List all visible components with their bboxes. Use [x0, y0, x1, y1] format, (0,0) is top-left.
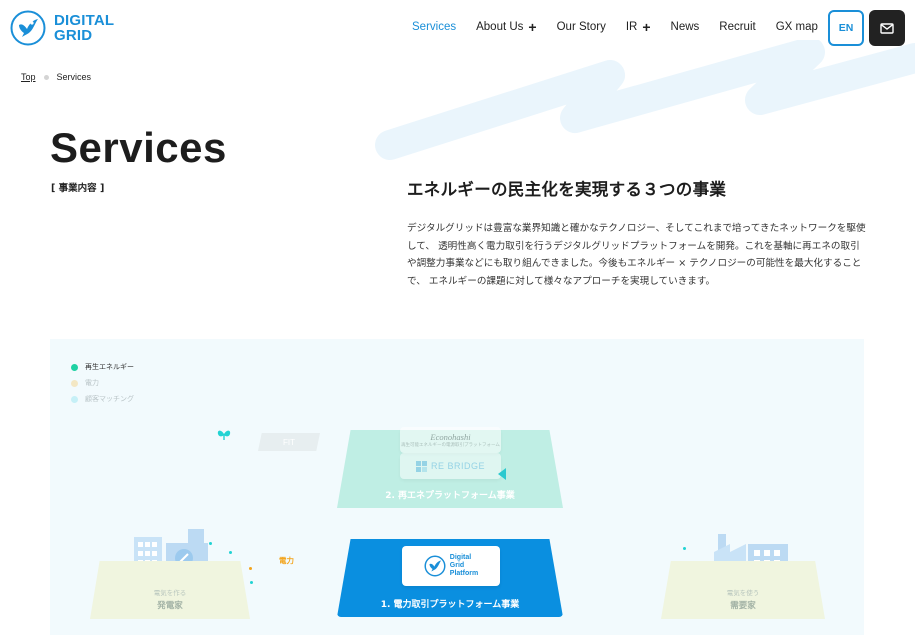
site-logo[interactable]: DIGITAL GRID — [10, 10, 114, 46]
arrow-left-icon — [498, 468, 506, 480]
mail-icon — [880, 22, 894, 34]
bird-logo-icon — [424, 555, 446, 577]
generator-title: 発電家 — [157, 601, 183, 611]
econohashi-card[interactable]: Econohashi 再生可能エネルギーの電源取引プラットフォーム — [400, 427, 501, 453]
brand-line-1: DIGITAL — [54, 12, 115, 29]
power-flow-label: 電力 — [279, 556, 294, 565]
fit-tag: FIT — [258, 433, 320, 451]
generator-caption: 電気を作る — [153, 589, 187, 597]
lead-body: デジタルグリッドは豊富な業界知識と確かなテクノロジー、そしてこれまで培ってきたネ… — [407, 223, 866, 287]
econohashi-logo-text: Econohashi — [430, 432, 471, 442]
main-nav: Services About Us + Our Story IR + News Re… — [412, 19, 838, 35]
page-title: Services — [50, 124, 227, 171]
nav-label: IR — [625, 21, 638, 33]
legend-dot — [71, 363, 78, 371]
butterfly-icon — [217, 430, 231, 440]
dgp-line: Grid — [449, 562, 465, 569]
nav-item-about-us[interactable]: About Us + — [476, 19, 537, 35]
nav-item-our-story[interactable]: Our Story — [557, 21, 606, 33]
dgp-line: Digital — [449, 554, 472, 561]
legend-dot — [71, 379, 78, 387]
consumer-title: 需要家 — [730, 601, 756, 611]
nav-label: News — [670, 21, 700, 33]
nav-label: GX map — [775, 21, 818, 33]
nav-item-ir[interactable]: IR + — [625, 19, 651, 35]
language-en-button[interactable]: EN — [828, 10, 864, 46]
legend-item: 再生エネルギー — [71, 359, 134, 375]
site-header: DIGITAL GRID Services About Us + Our Stor… — [0, 0, 915, 56]
legend-label: 顧客マッチング — [85, 395, 134, 403]
legend-item: 顧客マッチング — [71, 391, 134, 407]
legend-label: 電力 — [85, 379, 99, 387]
nav-item-services[interactable]: Services — [412, 21, 456, 33]
contact-mail-button[interactable] — [869, 10, 905, 46]
econohashi-subtitle: 再生可能エネルギーの電源取引プラットフォーム — [401, 443, 500, 448]
plus-icon: + — [528, 19, 537, 35]
bird-logo-icon — [10, 10, 46, 46]
business-diagram: 再生エネルギー 電力 顧客マッチング FIT 2. 再エネプラットフォーム事業 … — [50, 339, 864, 635]
platform-power-trading-label: 1. 電力取引プラットフォーム事業 — [380, 600, 520, 610]
nav-item-recruit[interactable]: Recruit — [719, 21, 755, 33]
decorative-swoosh — [375, 40, 915, 160]
brand-line-2: GRID — [54, 27, 93, 44]
nav-label: About Us — [476, 21, 524, 33]
legend-label: 再生エネルギー — [85, 363, 134, 371]
lead-heading: エネルギーの民主化を実現する３つの事業 — [407, 180, 727, 199]
nav-label: Recruit — [719, 21, 756, 33]
legend-dot — [71, 395, 78, 403]
rebridge-label: RE BRIDGE — [430, 461, 485, 471]
brand-wordmark: DIGITAL GRID — [54, 13, 114, 43]
rebridge-card[interactable]: RE BRIDGE — [400, 453, 501, 479]
platform-renewable-label: 2. 再エネプラットフォーム事業 — [385, 491, 515, 501]
nav-item-gx-map[interactable]: GX map — [776, 21, 818, 33]
dgp-line: Platform — [449, 570, 479, 577]
diagram-legend: 再生エネルギー 電力 顧客マッチング — [71, 359, 134, 407]
breadcrumb: Top Services — [21, 72, 91, 82]
breadcrumb-home-link[interactable]: Top — [21, 72, 36, 82]
nav-item-news[interactable]: News — [671, 21, 700, 33]
nav-label: Services — [412, 21, 457, 33]
legend-item: 電力 — [71, 375, 134, 391]
nav-label: Our Story — [556, 21, 606, 33]
consumer-ground: 電気を使う 需要家 — [661, 561, 825, 619]
breadcrumb-separator — [43, 74, 49, 80]
generator-ground: 電気を作る 発電家 — [90, 561, 250, 619]
dgp-label: Digital Grid Platform — [450, 554, 478, 578]
consumer-caption: 電気を使う — [726, 589, 760, 597]
page-subtitle: [ 事業内容 ] — [51, 183, 105, 194]
digital-grid-platform-card[interactable]: Digital Grid Platform — [402, 546, 500, 586]
rebridge-logo-icon — [415, 460, 427, 472]
plus-icon: + — [642, 19, 651, 35]
breadcrumb-current: Services — [56, 72, 92, 82]
